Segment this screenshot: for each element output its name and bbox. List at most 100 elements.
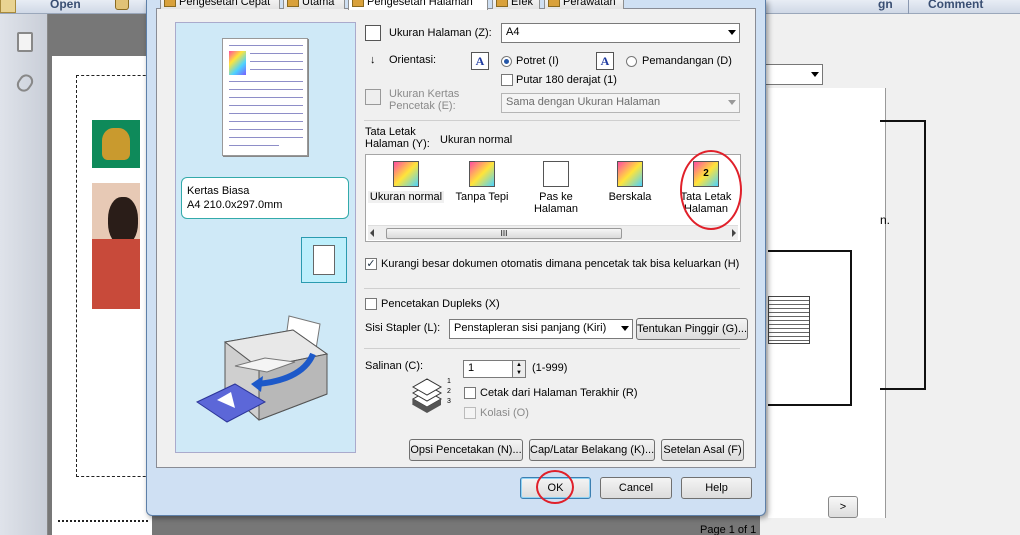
annotation-circle-ok <box>536 470 574 504</box>
preview-line <box>229 145 279 146</box>
tab-label: Perawatan <box>563 0 616 8</box>
orientation-label: Orientasi: <box>389 54 437 66</box>
page-bottom-dots <box>58 520 148 522</box>
collate-label: Kolasi (O) <box>480 407 529 419</box>
layout-item-label: Tanpa Tepi <box>455 191 509 203</box>
preview-thumbnail-text <box>768 296 810 344</box>
tab-page-setup[interactable]: Pengesetan Halaman <box>348 0 488 10</box>
page-size-select[interactable]: A4 <box>501 23 740 43</box>
media-type: Kertas Biasa <box>187 185 250 197</box>
portrait-radio[interactable] <box>501 56 512 67</box>
preview-line <box>229 45 303 46</box>
tab-label: Efek <box>511 0 534 8</box>
preview-line <box>250 69 303 70</box>
media-size: A4 210.0x297.0mm <box>187 199 283 211</box>
preview-page-edge <box>880 120 926 390</box>
chevron-down-icon <box>811 72 819 77</box>
portrait-head <box>108 197 138 245</box>
preview-line <box>229 89 303 90</box>
page-preview-icon <box>222 38 308 156</box>
separator <box>364 288 740 289</box>
open-icon[interactable] <box>0 0 16 13</box>
navigation-pane <box>0 14 48 535</box>
media-info-box: Kertas Biasa A4 210.0x297.0mm <box>181 177 349 219</box>
maintenance-icon <box>548 0 560 7</box>
quick-setup-icon <box>164 0 176 7</box>
tab-effects[interactable]: Efek <box>492 0 540 9</box>
defaults-button[interactable]: Setelan Asal (F) <box>661 439 744 461</box>
reverse-order-label[interactable]: Cetak dari Halaman Terakhir (R) <box>480 387 638 399</box>
layout-scrollbar[interactable]: III <box>368 225 738 240</box>
help-button[interactable]: Help <box>681 477 752 499</box>
open-button[interactable]: Open <box>50 0 81 13</box>
print-options-button[interactable]: Opsi Pencetakan (N)... <box>409 439 523 461</box>
tab-label: Utama <box>302 0 335 8</box>
cancel-button[interactable]: Cancel <box>600 477 672 499</box>
separator <box>364 348 740 349</box>
tab-maintenance[interactable]: Perawatan <box>544 0 624 9</box>
stapler-select[interactable]: Penstapleran sisi panjang (Kiri) <box>449 319 633 339</box>
effects-icon <box>496 0 508 7</box>
page-size-icon <box>365 25 381 41</box>
sheet-icon <box>313 245 335 275</box>
reduce-checkbox[interactable]: ✓ <box>365 258 377 270</box>
separator <box>364 120 740 121</box>
layout-fit-to-page[interactable]: Pas ke Halaman <box>518 160 594 215</box>
landscape-label[interactable]: Pemandangan (D) <box>642 55 732 67</box>
reduce-label[interactable]: Kurangi besar dokumen otomatis dimana pe… <box>381 258 739 270</box>
specify-margin-button[interactable]: Tentukan Pinggir (G)... <box>636 318 748 340</box>
stapler-label: Sisi Stapler (L): <box>365 322 441 334</box>
next-page-button[interactable]: > <box>828 496 858 518</box>
stamp-background-button[interactable]: Cap/Latar Belakang (K)... <box>529 439 655 461</box>
copies-label: Salinan (C): <box>365 360 424 372</box>
duplex-label[interactable]: Pencetakan Dupleks (X) <box>381 298 500 310</box>
layout-scaled[interactable]: Berskala <box>592 160 668 203</box>
layout-normal-size[interactable]: Ukuran normal <box>368 160 444 203</box>
landscape-radio[interactable] <box>626 56 637 67</box>
pages-icon[interactable] <box>17 32 33 52</box>
printer-paper-value: Sama dengan Ukuran Halaman <box>506 96 661 108</box>
rotate-180-label[interactable]: Putar 180 derajat (1) <box>516 74 617 86</box>
sign-button[interactable]: gn <box>878 0 893 13</box>
layout-borderless[interactable]: Tanpa Tepi <box>444 160 520 203</box>
rotate-180-checkbox[interactable] <box>501 74 513 86</box>
portrait-photo <box>92 183 140 309</box>
layout-item-label: Pas ke <box>539 191 573 203</box>
preview-line <box>229 81 303 82</box>
comment-button[interactable]: Comment <box>928 0 983 13</box>
printer-paper-label-line1: Ukuran Kertas <box>389 88 460 100</box>
tab-main[interactable]: Utama <box>283 0 345 9</box>
copies-input[interactable]: 1 <box>463 360 513 378</box>
printer-paper-icon <box>365 89 381 105</box>
landscape-icon: A <box>596 52 614 70</box>
scroll-left-icon[interactable] <box>370 229 374 237</box>
layout-item-label-2: Halaman <box>533 203 579 215</box>
printer-paper-label: Ukuran Kertas Pencetak (E): <box>389 88 459 112</box>
scroll-right-icon[interactable] <box>732 229 736 237</box>
scaled-icon <box>617 161 643 187</box>
copies-range: (1-999) <box>532 362 568 374</box>
preview-line <box>229 105 303 106</box>
tab-label: Pengesetan Halaman <box>367 0 473 8</box>
print-icon[interactable] <box>115 0 129 10</box>
duplex-checkbox[interactable] <box>365 298 377 310</box>
layout-item-label: Ukuran normal <box>368 191 444 203</box>
preview-line <box>229 129 303 130</box>
collate-checkbox <box>464 407 476 419</box>
tab-quick-setup[interactable]: Pengesetan Cepat <box>160 0 280 9</box>
main-tab-icon <box>287 0 299 7</box>
chevron-down-icon <box>728 100 736 105</box>
fit-to-page-icon <box>543 161 569 187</box>
preview-zoom-select[interactable] <box>765 64 823 85</box>
preview-line <box>229 113 303 114</box>
copies-order-icon: 1 2 3 <box>447 378 451 405</box>
scrollbar-thumb[interactable]: III <box>386 228 622 239</box>
preview-line <box>250 53 303 54</box>
preview-image-block <box>229 51 246 75</box>
preview-line <box>250 61 303 62</box>
copies-stepper[interactable]: ▲ ▼ <box>512 360 526 378</box>
preview-line <box>229 137 303 138</box>
portrait-label[interactable]: Potret (I) <box>516 55 559 67</box>
borderless-icon <box>469 161 495 187</box>
reverse-order-checkbox[interactable] <box>464 387 476 399</box>
